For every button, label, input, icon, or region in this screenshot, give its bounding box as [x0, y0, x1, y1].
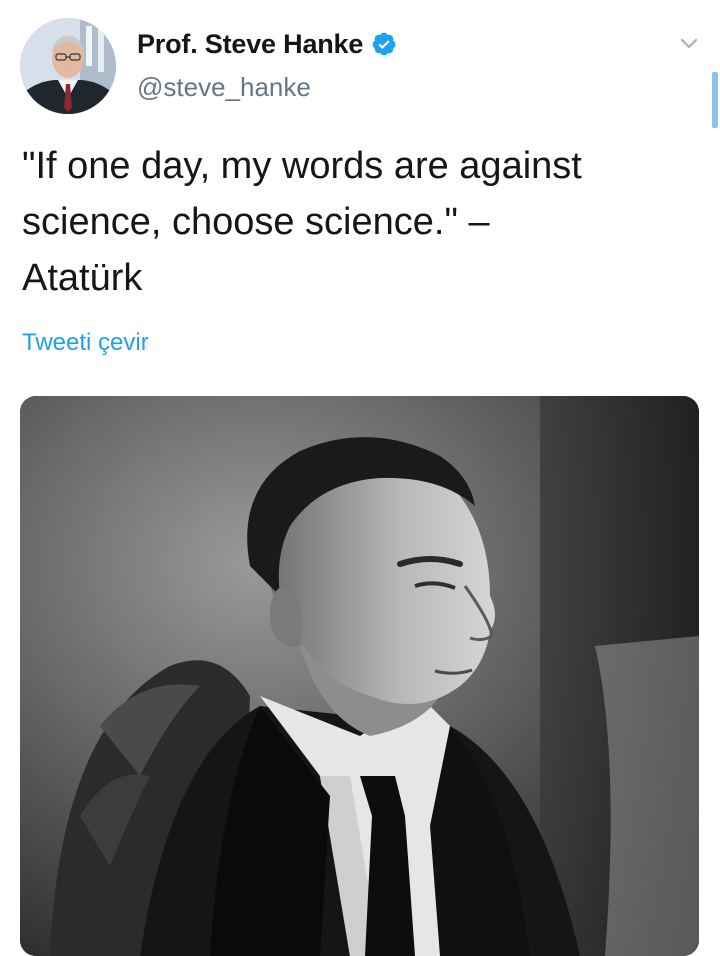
scrollbar-thumb[interactable]	[712, 72, 718, 128]
avatar-portrait	[20, 18, 116, 114]
ataturk-portrait-image	[20, 396, 699, 956]
tweet-text: "If one day, my words are against scienc…	[22, 145, 582, 299]
translate-tweet-link[interactable]: Tweeti çevir	[22, 329, 149, 357]
author-handle[interactable]: @steve_hanke	[137, 72, 311, 103]
display-name[interactable]: Prof. Steve Hanke	[137, 29, 363, 60]
chevron-down-icon[interactable]	[676, 30, 702, 56]
tweet-photo[interactable]	[20, 396, 699, 956]
verified-badge-icon	[371, 31, 397, 57]
author-name-row[interactable]: Prof. Steve Hanke	[137, 26, 397, 62]
avatar[interactable]	[20, 18, 116, 114]
tweet: Prof. Steve Hanke @steve_hanke "If one d…	[0, 0, 720, 956]
